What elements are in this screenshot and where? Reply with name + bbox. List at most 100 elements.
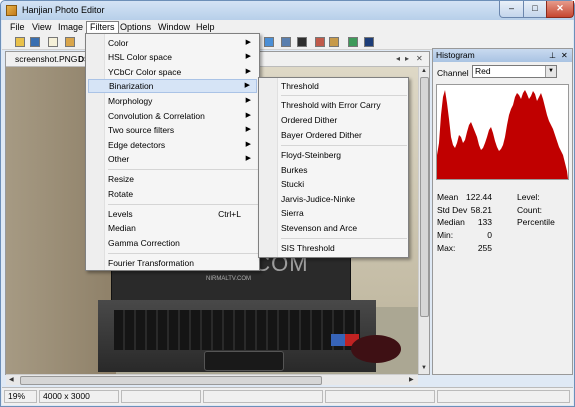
status-cell-empty (437, 390, 570, 403)
max-value: 255 (477, 242, 492, 253)
menu-item-hsl[interactable]: HSL Color space ▶ (88, 50, 257, 64)
menu-item-convolution[interactable]: Convolution & Correlation ▶ (88, 109, 257, 123)
menu-item-binarization[interactable]: Binarization ▶ (88, 79, 257, 93)
submenu-item-threshold-error-carry[interactable]: Threshold with Error Carry (261, 98, 406, 112)
scroll-left-icon[interactable]: ◀ (9, 376, 14, 383)
menu-separator (108, 204, 258, 205)
histogram-area (437, 90, 568, 179)
app-icon (6, 5, 17, 16)
menu-item-label: Convolution & Correlation (108, 111, 205, 121)
submenu-item-floyd-steinberg[interactable]: Floyd-Steinberg (261, 148, 406, 162)
submenu-arrow-icon: ▶ (245, 112, 251, 119)
scroll-right-icon[interactable]: ▶ (409, 376, 414, 383)
submenu-item-stucki[interactable]: Stucki (261, 177, 406, 191)
menu-item-label: Rotate (108, 189, 134, 199)
menu-shortcut: Ctrl+L (218, 209, 241, 219)
menu-item-label: Morphology (108, 96, 153, 106)
menu-item-color[interactable]: Color ▶ (88, 36, 257, 50)
menu-item-rotate[interactable]: Rotate (88, 187, 257, 201)
histogram-title-bar: Histogram ⊥ ✕ (433, 49, 572, 62)
tab-scroll-left-icon[interactable]: ◂ (396, 54, 400, 63)
menu-item-label: Two source filters (108, 125, 175, 135)
menu-item-label: Color (108, 38, 129, 48)
level-label: Level: (517, 192, 540, 202)
channel-select[interactable]: Red ▼ (472, 65, 557, 78)
tool-icon[interactable] (348, 37, 358, 47)
submenu-item-ordered-dither[interactable]: Ordered Dither (261, 113, 406, 127)
tab-screenshot[interactable]: screenshot.PNG (15, 54, 77, 64)
horizontal-scroll-thumb[interactable] (20, 376, 322, 385)
menu-item-label: Resize (108, 174, 134, 184)
menu-separator (108, 169, 258, 170)
menu-view[interactable]: View (29, 21, 54, 34)
submenu-item-sis-threshold[interactable]: SIS Threshold (261, 241, 406, 255)
submenu-item-jarvis[interactable]: Jarvis-Judice-Ninke (261, 192, 406, 206)
min-label: Min: (437, 230, 454, 241)
window-title: Hanjian Photo Editor (22, 5, 105, 15)
status-cell-empty (203, 390, 323, 403)
menu-item-edge-detectors[interactable]: Edge detectors ▶ (88, 138, 257, 152)
vertical-scrollbar[interactable]: ▲ ▼ (418, 67, 429, 374)
menu-separator (281, 145, 407, 146)
histogram-plot (437, 90, 568, 179)
histogram-panel: Histogram ⊥ ✕ Channel Red ▼ Mean 122.44 … (432, 48, 573, 375)
menu-item-resize[interactable]: Resize (88, 172, 257, 186)
copy-icon[interactable] (48, 37, 58, 47)
scroll-up-icon[interactable]: ▲ (421, 68, 427, 74)
menu-image[interactable]: Image (55, 21, 86, 34)
menu-separator (281, 95, 407, 96)
menu-item-levels[interactable]: Levels Ctrl+L (88, 207, 257, 221)
histogram-stats: Mean 122.44 Level: Std Dev 58.21 Count: … (437, 192, 571, 255)
photo-mouse (351, 335, 401, 363)
scroll-down-icon[interactable]: ▼ (421, 365, 427, 371)
submenu-arrow-icon: ▶ (245, 68, 251, 75)
maximize-button[interactable]: □ (523, 1, 547, 18)
menu-item-gamma[interactable]: Gamma Correction (88, 236, 257, 250)
submenu-item-sierra[interactable]: Sierra (261, 206, 406, 220)
menu-item-morphology[interactable]: Morphology ▶ (88, 94, 257, 108)
open-icon[interactable] (15, 37, 25, 47)
save-icon[interactable] (30, 37, 40, 47)
histogram-graph[interactable] (436, 84, 569, 180)
menu-file[interactable]: File (7, 21, 28, 34)
submenu-arrow-icon: ▶ (245, 53, 251, 60)
menu-item-label: Median (108, 223, 136, 233)
submenu-item-threshold[interactable]: Threshold (261, 79, 406, 93)
std-dev-value: 58.21 (470, 204, 492, 215)
tool-icon[interactable] (329, 37, 339, 47)
vertical-scroll-thumb[interactable] (420, 77, 429, 317)
percentile-label: Percentile (517, 217, 555, 228)
close-button[interactable]: ✕ (546, 1, 574, 18)
panel-close-icon[interactable]: ✕ (561, 49, 568, 62)
menu-item-label: Edge detectors (108, 140, 166, 150)
tab-scroll-right-icon[interactable]: ▸ (405, 54, 409, 63)
submenu-item-stevenson-arce[interactable]: Stevenson and Arce (261, 221, 406, 235)
tab-close-icon[interactable]: ✕ (416, 54, 423, 63)
chevron-down-icon[interactable]: ▼ (545, 66, 556, 77)
pin-icon[interactable]: ⊥ (549, 49, 556, 62)
submenu-arrow-icon: ▶ (245, 126, 251, 133)
tool-icon[interactable] (264, 37, 274, 47)
zoom-status: 19% (4, 390, 37, 403)
count-label: Count: (517, 204, 543, 215)
submenu-item-bayer-dither[interactable]: Bayer Ordered Dither (261, 128, 406, 142)
submenu-item-burkes[interactable]: Burkes (261, 163, 406, 177)
menu-item-two-source[interactable]: Two source filters ▶ (88, 123, 257, 137)
tool-icon[interactable] (315, 37, 325, 47)
tool-icon[interactable] (281, 37, 291, 47)
menu-item-other[interactable]: Other ▶ (88, 152, 257, 166)
menu-item-label: Other (108, 154, 130, 164)
menu-item-ycbcr[interactable]: YCbCr Color space ▶ (88, 65, 257, 79)
paste-icon[interactable] (65, 37, 75, 47)
min-value: 0 (487, 230, 492, 241)
binarization-submenu: Threshold Threshold with Error Carry Ord… (258, 77, 409, 258)
menu-item-median[interactable]: Median (88, 221, 257, 235)
minimize-button[interactable]: – (499, 1, 524, 18)
menu-item-label: Levels (108, 209, 133, 219)
tool-icon[interactable] (297, 37, 307, 47)
menu-item-fourier[interactable]: Fourier Transformation (88, 256, 257, 270)
menu-separator (108, 253, 258, 254)
tool-icon[interactable] (364, 37, 374, 47)
menu-item-label: Gamma Correction (108, 238, 180, 248)
horizontal-scrollbar[interactable]: ◀ ▶ (6, 374, 418, 385)
